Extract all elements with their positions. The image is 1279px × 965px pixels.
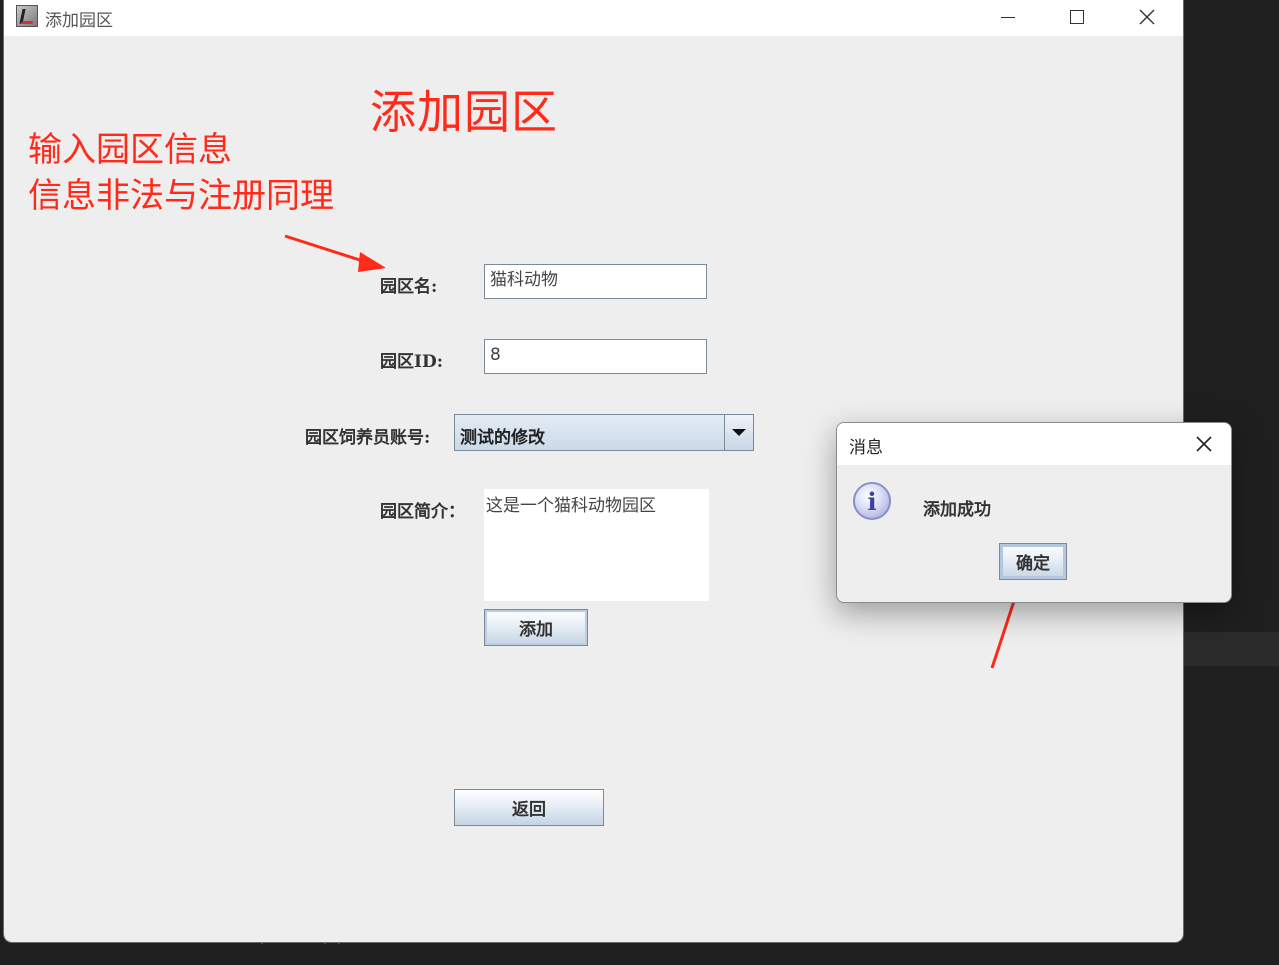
arrow-to-form-icon	[284, 234, 386, 272]
close-icon	[1196, 436, 1212, 452]
info-icon: i	[853, 482, 891, 520]
dialog-close-button[interactable]	[1189, 429, 1219, 459]
dialog-titlebar: 消息	[837, 423, 1231, 465]
dialog-message: 添加成功	[923, 500, 991, 520]
ok-button[interactable]: 确定	[999, 543, 1067, 580]
message-dialog: 消息 i 添加成功 确定	[836, 422, 1232, 603]
dialog-title: 消息	[849, 438, 883, 458]
